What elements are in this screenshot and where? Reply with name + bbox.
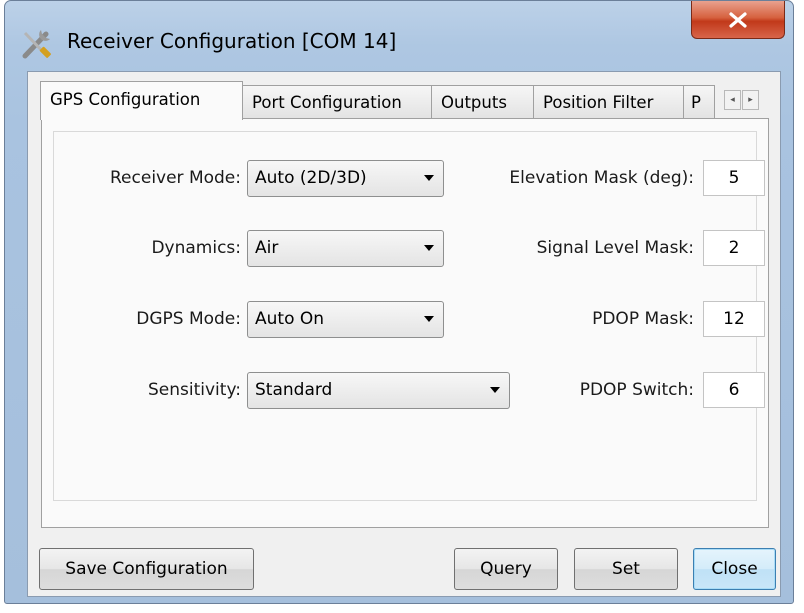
chevron-down-icon [424, 245, 434, 251]
dgps-mode-value: Auto On [255, 309, 325, 329]
tab-page-gps: Receiver Mode: Auto (2D/3D) Dynamics: Ai… [41, 118, 769, 528]
receiver-mode-label: Receiver Mode: [110, 168, 241, 188]
dynamics-select[interactable]: Air [247, 230, 444, 267]
signal-level-mask-input[interactable]: 2 [703, 230, 765, 266]
dialog-body: GPS Configuration Port Configuration Out… [27, 71, 781, 597]
close-button[interactable]: Close [693, 548, 776, 590]
pdop-mask-input[interactable]: 12 [703, 301, 765, 337]
pdop-mask-label: PDOP Mask: [592, 309, 694, 329]
chevron-down-icon [424, 316, 434, 322]
close-icon [729, 11, 747, 28]
tab-scroll-right[interactable]: ▸ [742, 90, 759, 110]
receiver-mode-value: Auto (2D/3D) [255, 168, 367, 188]
tab-outputs[interactable]: Outputs [431, 85, 534, 118]
chevron-down-icon [490, 387, 500, 393]
dynamics-value: Air [255, 238, 279, 258]
dgps-mode-label: DGPS Mode: [136, 309, 241, 329]
dialog-window: Receiver Configuration [COM 14] GPS Conf… [4, 0, 794, 604]
settings-group: Receiver Mode: Auto (2D/3D) Dynamics: Ai… [53, 131, 765, 501]
sensitivity-value: Standard [255, 380, 333, 400]
pdop-switch-label: PDOP Switch: [579, 380, 694, 400]
chevron-down-icon [424, 175, 434, 181]
window-close-button[interactable] [691, 1, 785, 39]
dgps-mode-select[interactable]: Auto On [247, 301, 444, 338]
elevation-mask-input[interactable]: 5 [703, 160, 765, 196]
tab-position-filter[interactable]: Position Filter [533, 85, 684, 118]
set-button[interactable]: Set [574, 548, 678, 590]
arrow-right-icon: ▸ [748, 95, 753, 105]
pdop-switch-input[interactable]: 6 [703, 372, 765, 408]
sensitivity-select[interactable]: Standard [247, 372, 510, 409]
dynamics-label: Dynamics: [151, 238, 241, 258]
window-title: Receiver Configuration [COM 14] [67, 29, 397, 53]
tab-scroll-left[interactable]: ◂ [724, 90, 741, 110]
arrow-left-icon: ◂ [730, 95, 735, 105]
tab-gps-configuration[interactable]: GPS Configuration [40, 81, 243, 120]
tab-partial[interactable]: P [683, 85, 715, 118]
elevation-mask-label: Elevation Mask (deg): [509, 168, 694, 188]
tab-port-configuration[interactable]: Port Configuration [242, 85, 432, 118]
sensitivity-label: Sensitivity: [148, 380, 241, 400]
save-configuration-button[interactable]: Save Configuration [39, 548, 254, 590]
signal-level-mask-label: Signal Level Mask: [536, 238, 694, 258]
query-button[interactable]: Query [454, 548, 558, 590]
tools-icon [19, 27, 53, 61]
receiver-mode-select[interactable]: Auto (2D/3D) [247, 160, 444, 197]
